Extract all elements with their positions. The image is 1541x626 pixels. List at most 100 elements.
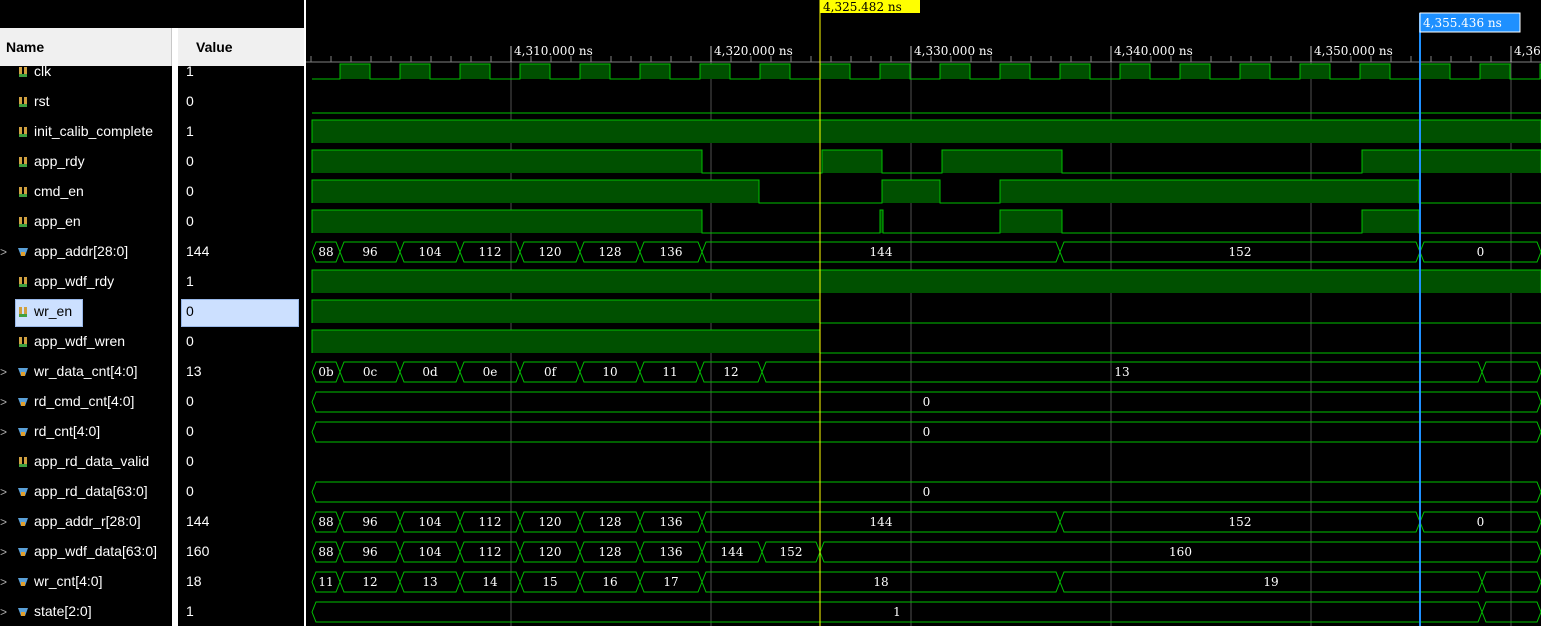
signal-value: 0: [186, 93, 194, 109]
signal-row[interactable]: > wr_cnt[4:0]: [0, 573, 172, 604]
signal-row[interactable]: > app_rd_data[63:0]: [0, 483, 172, 514]
time-tick-label: 4,36: [1514, 44, 1541, 58]
value-row[interactable]: 0: [178, 423, 304, 454]
expand-chevron-icon[interactable]: >: [0, 425, 8, 439]
marker-cursor-time: 4,355.436 ns: [1423, 16, 1502, 30]
signal-row[interactable]: app_rd_data_valid: [0, 453, 172, 484]
value-row[interactable]: 13: [178, 363, 304, 394]
clk-high-pulse: [1240, 64, 1270, 79]
signal-name: init_calib_complete: [34, 123, 154, 139]
bus-signal-icon: [17, 605, 29, 623]
cmd_en-high-region: [882, 180, 940, 203]
app_addr-value-label: 88: [318, 245, 333, 259]
wr_cnt-value-label: 11: [318, 575, 333, 589]
signal-name: app_rdy: [34, 153, 85, 169]
signal-row[interactable]: wr_en: [0, 299, 172, 334]
signal-name: cmd_en: [34, 183, 84, 199]
value-row[interactable]: 0: [178, 333, 304, 364]
wr_cnt-value-label: 19: [1263, 575, 1278, 589]
value-row[interactable]: 0: [178, 393, 304, 424]
waveform-canvas[interactable]: 4,310.000 ns 4,320.000 ns 4,330.000 ns 4,34…: [306, 0, 1541, 626]
bus-signal-icon: [17, 395, 29, 413]
app_wdf_data-value-label: 128: [599, 545, 622, 559]
value-row[interactable]: 1: [178, 123, 304, 154]
signal-row[interactable]: rst: [0, 93, 172, 124]
value-row[interactable]: 1: [178, 603, 304, 626]
expand-chevron-icon[interactable]: >: [0, 485, 8, 499]
value-column-header[interactable]: Value: [178, 28, 304, 66]
signal-row[interactable]: > wr_data_cnt[4:0]: [0, 363, 172, 394]
expand-chevron-icon[interactable]: >: [0, 515, 8, 529]
expand-chevron-icon[interactable]: >: [0, 245, 8, 259]
time-tick-label: 4,310.000 ns: [514, 44, 593, 58]
signal-name: rst: [34, 93, 50, 109]
value-row[interactable]: 0: [178, 153, 304, 184]
signal-row[interactable]: app_rdy: [0, 153, 172, 184]
signal-value: 0: [186, 183, 194, 199]
bit-signal-icon: [17, 155, 29, 173]
name-column-header[interactable]: Name: [0, 28, 172, 66]
signal-value: 144: [186, 243, 210, 259]
signal-value: 1: [186, 273, 194, 289]
signal-name: wr_data_cnt[4:0]: [34, 363, 138, 379]
expand-chevron-icon[interactable]: >: [0, 545, 8, 559]
app_wdf_data-value-label: 120: [539, 545, 562, 559]
app_addr-value-label: 104: [419, 245, 442, 259]
app_wdf_data-value-label: 144: [721, 545, 744, 559]
clk-high-pulse: [940, 64, 970, 79]
bit-signal-icon: [17, 185, 29, 203]
app_addr-value-label: 120: [539, 245, 562, 259]
app_rdy-high-region: [822, 150, 882, 173]
value-row[interactable]: 0: [178, 453, 304, 484]
signal-name: app_wdf_rdy: [34, 273, 115, 289]
signal-row[interactable]: app_wdf_wren: [0, 333, 172, 364]
signal-row[interactable]: > app_addr[28:0]: [0, 243, 172, 274]
bit-signal-icon: [17, 335, 29, 353]
app_wdf_data-value-label: 96: [362, 545, 377, 559]
value-row[interactable]: 18: [178, 573, 304, 604]
value-row[interactable]: 144: [178, 513, 304, 544]
clk-high-pulse: [460, 64, 490, 79]
signal-row[interactable]: > state[2:0]: [0, 603, 172, 626]
expand-chevron-icon[interactable]: >: [0, 605, 8, 619]
value-row[interactable]: 0: [178, 483, 304, 514]
value-row[interactable]: 144: [178, 243, 304, 274]
wr_cnt-value-label: 18: [873, 575, 888, 589]
wr_cnt-value-label: 17: [663, 575, 678, 589]
value-row[interactable]: 0: [178, 213, 304, 244]
signal-row[interactable]: > app_addr_r[28:0]: [0, 513, 172, 544]
waveform-area[interactable]: 4,310.000 ns 4,320.000 ns 4,330.000 ns 4,34…: [306, 0, 1541, 626]
app_rd_data-value-label: 0: [923, 485, 931, 499]
time-tick-label: 4,340.000 ns: [1114, 44, 1193, 58]
expand-chevron-icon[interactable]: >: [0, 365, 8, 379]
value-row[interactable]: 0: [178, 183, 304, 214]
value-row[interactable]: 0: [178, 93, 304, 124]
clk-high-pulse: [820, 64, 850, 79]
bit-signal-icon: [17, 305, 29, 323]
time-tick-label: 4,320.000 ns: [714, 44, 793, 58]
signal-row[interactable]: > rd_cmd_cnt[4:0]: [0, 393, 172, 424]
app_addr-value-label: 112: [479, 245, 502, 259]
signal-name: app_wdf_wren: [34, 333, 126, 349]
bit-signal-icon: [17, 95, 29, 113]
value-row[interactable]: 0: [178, 299, 304, 334]
value-row[interactable]: 1: [178, 66, 304, 94]
app_addr-value-label: 96: [362, 245, 377, 259]
clk-high-pulse: [760, 64, 790, 79]
app_rdy-high-region: [942, 150, 1062, 173]
signal-row[interactable]: init_calib_complete: [0, 123, 172, 154]
expand-chevron-icon[interactable]: >: [0, 575, 8, 589]
clk-high-pulse: [1180, 64, 1210, 79]
signal-name: rd_cnt[4:0]: [34, 423, 101, 439]
signal-row[interactable]: > app_wdf_data[63:0]: [0, 543, 172, 574]
signal-row[interactable]: clk: [0, 66, 172, 94]
signal-row[interactable]: > rd_cnt[4:0]: [0, 423, 172, 454]
expand-chevron-icon[interactable]: >: [0, 395, 8, 409]
app_addr_r-value-label: 136: [660, 515, 683, 529]
clk-high-pulse: [880, 64, 910, 79]
wr_data_cnt-value-label: 12: [723, 365, 738, 379]
value-row[interactable]: 160: [178, 543, 304, 574]
app_addr-value-label: 0: [1477, 245, 1485, 259]
signal-row[interactable]: app_en: [0, 213, 172, 244]
signal-row[interactable]: cmd_en: [0, 183, 172, 214]
